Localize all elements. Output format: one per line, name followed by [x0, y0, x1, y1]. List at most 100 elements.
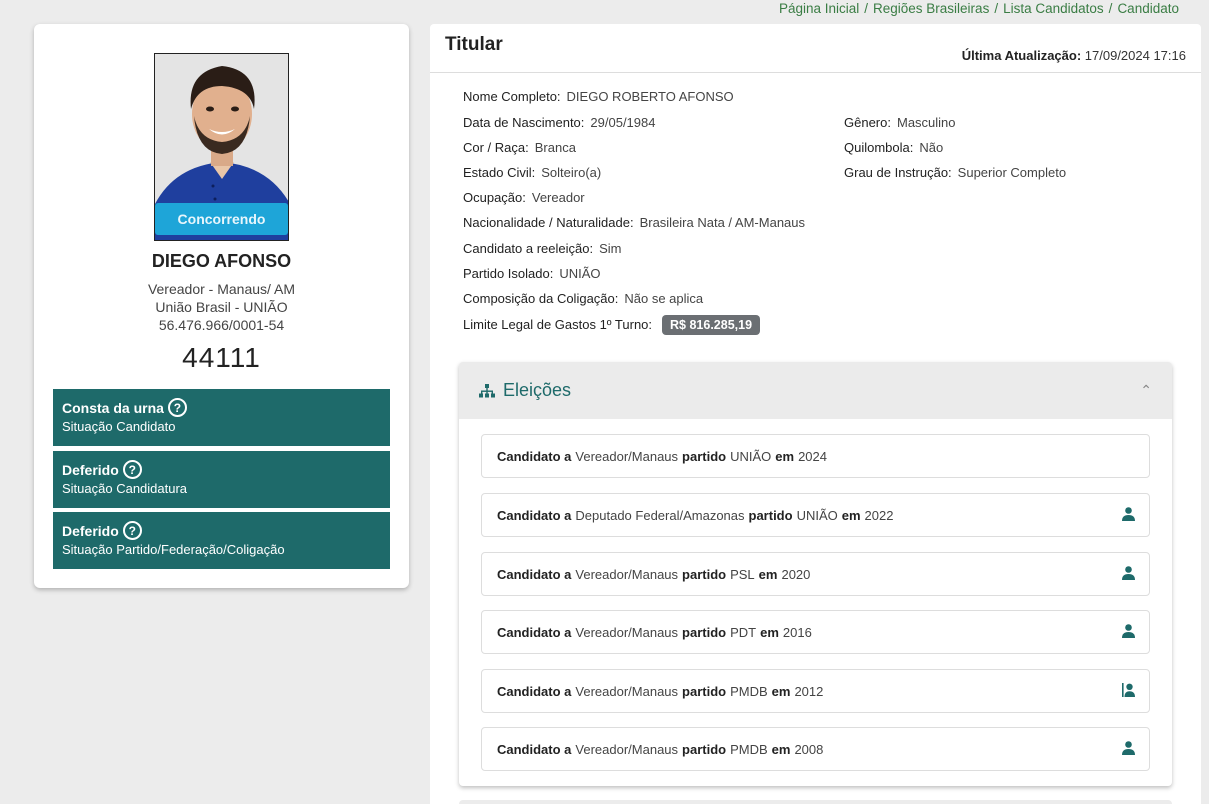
breadcrumb-separator: / — [1108, 1, 1113, 16]
help-icon[interactable]: ? — [122, 521, 142, 540]
field-gender: Gênero: Masculino — [844, 115, 956, 130]
field-occupation: Ocupação: Vereador — [463, 190, 585, 205]
breadcrumb-separator: / — [994, 1, 999, 16]
field-race: Cor / Raça: Branca — [463, 140, 576, 155]
last-updated-value: 17/09/2024 17:16 — [1084, 48, 1186, 63]
last-updated: Última Atualização: 17/09/2024 17:16 — [962, 48, 1186, 63]
next-panel-edge — [459, 800, 1172, 804]
election-label: Candidato a — [497, 448, 572, 464]
election-year: 2024 — [798, 448, 827, 464]
section-title: Titular — [445, 34, 503, 55]
election-office: Vereador/Manaus — [575, 566, 679, 582]
field-birth-date: Data de Nascimento: 29/05/1984 — [463, 115, 655, 130]
field-marital-status: Estado Civil: Solteiro(a) — [463, 165, 601, 180]
candidate-name: DIEGO AFONSO — [151, 251, 292, 271]
person-icon[interactable] — [1122, 507, 1135, 521]
field-value: UNIÃO — [559, 266, 601, 281]
field-value: Superior Completo — [957, 165, 1067, 180]
election-label: partido — [682, 566, 727, 582]
elections-title: Eleições — [503, 380, 572, 400]
field-party: Partido Isolado: UNIÃO — [463, 266, 601, 281]
breadcrumb-home[interactable]: Página Inicial — [779, 1, 859, 16]
election-label: em — [771, 741, 791, 757]
election-row[interactable]: Candidato a Vereador/Manaus partido UNIÃO em… — [481, 434, 1150, 478]
elections-panel-header[interactable]: Eleições ⌃ — [459, 362, 1172, 419]
field-label: Cor / Raça: — [463, 140, 529, 155]
election-party: UNIÃO — [730, 448, 772, 464]
person-icon[interactable] — [1122, 624, 1135, 638]
field-label: Nome Completo: — [463, 89, 561, 104]
field-label: Data de Nascimento: — [463, 115, 585, 130]
field-full-name: Nome Completo: DIEGO ROBERTO AFONSO — [463, 89, 734, 104]
breadcrumb: Página Inicial / Regiões Brasileiras / Lista… — [779, 1, 1179, 16]
person-badge-icon[interactable] — [1122, 683, 1135, 697]
chevron-up-icon[interactable]: ⌃ — [1140, 382, 1152, 399]
election-label: em — [841, 507, 861, 523]
divider — [430, 72, 1201, 73]
field-value: Branca — [534, 140, 576, 155]
situation-subtitle: Situação Candidato — [62, 419, 176, 434]
field-value: Solteiro(a) — [541, 165, 602, 180]
election-row[interactable]: Candidato a Vereador/Manaus partido PDT em 20… — [481, 610, 1150, 654]
help-icon[interactable]: ? — [122, 460, 142, 479]
situation-subtitle: Situação Candidatura — [62, 481, 188, 496]
election-label: em — [775, 448, 795, 464]
election-label: Candidato a — [497, 683, 572, 699]
election-party: PSL — [730, 566, 755, 582]
field-nationality: Nacionalidade / Naturalidade: Brasileira … — [463, 215, 805, 230]
election-year: 2012 — [794, 683, 824, 699]
election-office: Vereador/Manaus — [575, 683, 679, 699]
situation-party-box: Deferido? Situação Partido/Federação/Col… — [53, 512, 390, 569]
election-office: Vereador/Manaus — [575, 624, 679, 640]
election-label: em — [758, 566, 778, 582]
field-value: Vereador — [531, 190, 585, 205]
candidate-cnpj: 56.476.966/0001-54 — [158, 317, 285, 333]
election-label: Candidato a — [497, 566, 572, 582]
field-value: 29/05/1984 — [590, 115, 656, 130]
field-value: Não — [919, 140, 944, 155]
election-year: 2008 — [794, 741, 824, 757]
field-label: Gênero: — [844, 115, 891, 130]
breadcrumb-regions[interactable]: Regiões Brasileiras — [873, 1, 989, 16]
situation-title: Consta da urna — [62, 399, 164, 416]
election-party: PDT — [730, 624, 757, 640]
breadcrumb-candidates[interactable]: Lista Candidatos — [1003, 1, 1104, 16]
field-value: DIEGO ROBERTO AFONSO — [566, 89, 734, 104]
field-label: Candidato a reeleição: — [463, 241, 594, 256]
election-row[interactable]: Candidato a Vereador/Manaus partido PSL em 20… — [481, 552, 1150, 596]
field-label: Nacionalidade / Naturalidade: — [463, 215, 634, 230]
field-label: Estado Civil: — [463, 165, 536, 180]
field-spending-limit: Limite Legal de Gastos 1º Turno: R$ 816.2… — [463, 315, 761, 335]
situation-title: Deferido — [62, 522, 119, 539]
election-row[interactable]: Candidato a Vereador/Manaus partido PMDB em 2… — [481, 669, 1150, 713]
candidate-party: União Brasil - UNIÃO — [155, 299, 288, 315]
sitemap-icon — [479, 383, 495, 397]
field-value: Brasileira Nata / AM-Manaus — [639, 215, 806, 230]
election-row[interactable]: Candidato a Vereador/Manaus partido PMDB em 2… — [481, 727, 1150, 771]
last-updated-label: Última Atualização: — [961, 48, 1082, 63]
field-label: Grau de Instrução: — [844, 165, 952, 180]
election-label: partido — [682, 741, 727, 757]
election-label: Candidato a — [497, 624, 572, 640]
election-label: em — [771, 683, 791, 699]
breadcrumb-current[interactable]: Candidato — [1117, 1, 1179, 16]
field-label: Partido Isolado: — [463, 266, 554, 281]
election-party: PMDB — [730, 741, 768, 757]
election-label: partido — [682, 448, 727, 464]
election-label: em — [760, 624, 779, 640]
person-icon[interactable] — [1122, 741, 1135, 755]
person-icon[interactable] — [1122, 566, 1135, 580]
field-label: Quilombola: — [844, 140, 914, 155]
field-label: Limite Legal de Gastos 1º Turno: — [463, 317, 653, 332]
election-row[interactable]: Candidato a Deputado Federal/Amazonas part… — [481, 493, 1150, 537]
candidate-number: 44111 — [182, 342, 261, 373]
election-year: 2022 — [864, 507, 894, 523]
election-office: Vereador/Manaus — [575, 448, 679, 464]
election-label: Candidato a — [497, 741, 572, 757]
help-icon[interactable]: ? — [167, 398, 187, 417]
election-party: UNIÃO — [796, 507, 838, 523]
election-label: Candidato a — [497, 507, 572, 523]
titular-details-card: Titular Última Atualização: 17/09/2024 1… — [430, 24, 1201, 804]
candidate-photo: Concorrendo — [154, 53, 289, 241]
field-coalition: Composição da Coligação: Não se aplica — [463, 291, 703, 306]
